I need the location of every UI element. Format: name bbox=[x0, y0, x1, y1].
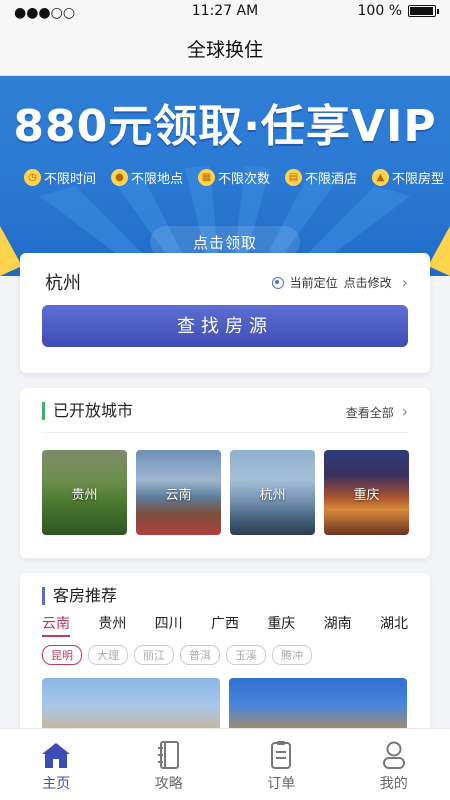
city-tile-label: 贵州 bbox=[71, 488, 98, 503]
city-chip[interactable]: 腾冲 bbox=[272, 645, 312, 665]
location-pin-icon: ● bbox=[110, 169, 128, 186]
tab-province[interactable]: 云南 bbox=[42, 613, 70, 637]
book-icon bbox=[157, 741, 179, 769]
province-tabs: 云南 贵州 四川 广西 重庆 湖南 湖北 bbox=[42, 613, 408, 637]
tab-label: 主页 bbox=[42, 776, 71, 792]
battery-status: 100 % bbox=[357, 3, 439, 19]
clock-icon: ◷ bbox=[24, 169, 41, 186]
tab-home[interactable]: 主页 bbox=[0, 729, 113, 800]
order-list-icon bbox=[271, 741, 292, 769]
tab-orders[interactable]: 订单 bbox=[225, 729, 338, 800]
tab-label: 订单 bbox=[267, 776, 296, 792]
city-tile-chongqing[interactable]: 重庆 bbox=[324, 450, 409, 535]
feature-label: 不限房型 bbox=[391, 172, 444, 187]
city-chip[interactable]: 大理 bbox=[88, 645, 128, 665]
section-title: 客房推荐 bbox=[42, 587, 117, 605]
chevron-right-icon: › bbox=[401, 273, 408, 292]
city-filter-chips: 昆明 大理 丽江 普洱 玉溪 腾冲 bbox=[42, 645, 312, 665]
tab-province[interactable]: 贵州 bbox=[98, 613, 126, 637]
feature-item: ◷ 不限时间 bbox=[24, 168, 96, 187]
tab-label: 攻略 bbox=[154, 776, 183, 792]
feature-item: ▲ 不限房型 bbox=[371, 168, 444, 187]
tab-province[interactable]: 四川 bbox=[155, 613, 183, 637]
room-recommendations-section: 客房推荐 云南 贵州 四川 广西 重庆 湖南 湖北 昆明 大理 丽江 普洱 玉溪… bbox=[20, 573, 430, 748]
city-tile-label: 重庆 bbox=[353, 488, 380, 503]
view-all-label: 查看全部 bbox=[345, 406, 394, 420]
tab-guide[interactable]: 攻略 bbox=[113, 729, 226, 800]
page-title: 全球换住 bbox=[0, 24, 450, 76]
banner-headline: 880元领取·任享VIP bbox=[13, 101, 437, 152]
tab-mine[interactable]: 我的 bbox=[338, 729, 450, 800]
open-cities-section: 已开放城市 查看全部 › 贵州 云南 杭州 重庆 bbox=[20, 388, 430, 558]
search-card: 杭州 当前定位 点击修改 › 查找房源 bbox=[20, 253, 430, 373]
city-tile-yunnan[interactable]: 云南 bbox=[136, 450, 221, 535]
tab-province[interactable]: 广西 bbox=[211, 613, 239, 637]
tab-province[interactable]: 湖北 bbox=[380, 613, 408, 637]
feature-item: ● 不限地点 bbox=[110, 168, 183, 187]
view-all-link[interactable]: 查看全部 › bbox=[346, 402, 408, 421]
feature-label: 不限地点 bbox=[130, 172, 183, 187]
hotel-icon: ▤ bbox=[284, 169, 302, 186]
city-chip[interactable]: 丽江 bbox=[134, 645, 174, 665]
location-control[interactable]: 当前定位 点击修改 › bbox=[271, 273, 408, 292]
section-title: 已开放城市 bbox=[42, 402, 133, 420]
feature-item: ▦ 不限次数 bbox=[197, 168, 270, 187]
modify-label[interactable]: 点击修改 bbox=[344, 274, 392, 291]
battery-level-fill bbox=[410, 7, 433, 15]
city-chip[interactable]: 普洱 bbox=[180, 645, 220, 665]
house-icon: ▲ bbox=[371, 169, 389, 186]
tab-province[interactable]: 重庆 bbox=[267, 613, 295, 637]
city-tile-hangzhou[interactable]: 杭州 bbox=[230, 450, 315, 535]
bottom-tab-bar: 主页 攻略 订单 我的 bbox=[0, 728, 450, 800]
feature-label: 不限时间 bbox=[44, 172, 97, 187]
user-icon bbox=[382, 741, 405, 769]
city-tile-label: 杭州 bbox=[259, 488, 286, 503]
search-rooms-button[interactable]: 查找房源 bbox=[42, 305, 408, 347]
city-chip[interactable]: 玉溪 bbox=[226, 645, 266, 665]
battery-percent: 100 % bbox=[357, 3, 402, 19]
tab-province[interactable]: 湖南 bbox=[324, 613, 352, 637]
city-tile-guizhou[interactable]: 贵州 bbox=[42, 450, 127, 535]
feature-label: 不限次数 bbox=[217, 172, 270, 187]
selected-city[interactable]: 杭州 bbox=[45, 269, 81, 295]
feature-item: ▤ 不限酒店 bbox=[284, 168, 357, 187]
tab-label: 我的 bbox=[379, 776, 408, 792]
claim-button[interactable]: 点击领取 bbox=[0, 232, 450, 253]
feature-label: 不限酒店 bbox=[304, 172, 357, 187]
city-tiles: 贵州 云南 杭州 重庆 bbox=[42, 450, 409, 535]
calendar-icon: ▦ bbox=[197, 169, 215, 186]
promo-banner[interactable]: 880元领取·任享VIP ◷ 不限时间 ● 不限地点 ▦ 不限次数 ▤ 不限酒店 ▲ 不限… bbox=[0, 76, 450, 276]
divider bbox=[42, 432, 408, 433]
city-chip[interactable]: 昆明 bbox=[42, 645, 82, 665]
city-tile-label: 云南 bbox=[165, 488, 192, 503]
status-bar: ●●●○○ 11:27 AM 100 % bbox=[0, 0, 450, 24]
locate-icon bbox=[271, 276, 284, 289]
locate-label: 当前定位 bbox=[289, 276, 338, 290]
battery-icon bbox=[408, 5, 439, 17]
banner-features: ◷ 不限时间 ● 不限地点 ▦ 不限次数 ▤ 不限酒店 ▲ 不限房型 bbox=[24, 168, 444, 187]
chevron-right-icon: › bbox=[401, 402, 408, 421]
home-icon bbox=[42, 743, 71, 768]
